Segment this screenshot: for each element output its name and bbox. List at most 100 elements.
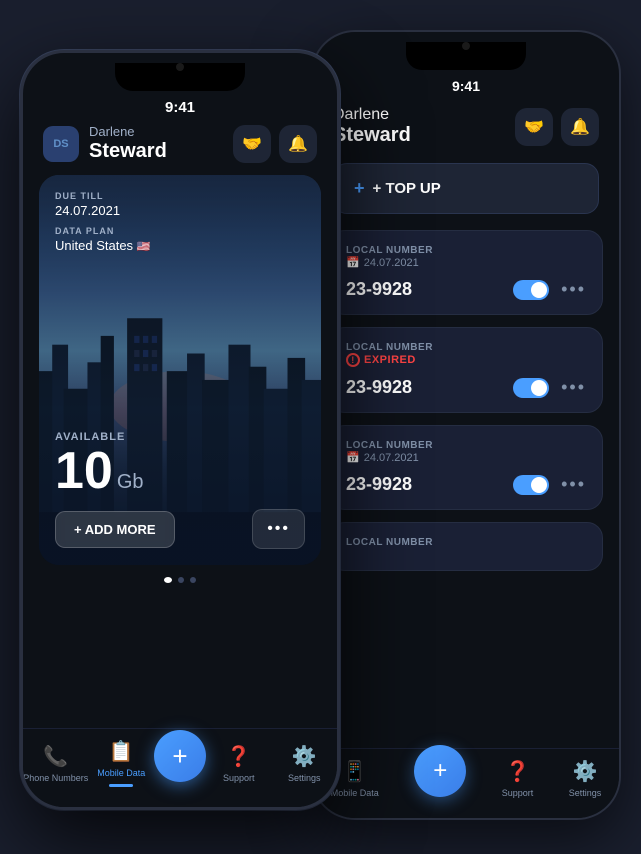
phone-front: 9:41 DS Darlene Steward 🤝 🔔 — [20, 50, 340, 810]
support-label: Support — [502, 788, 534, 798]
dot-2 — [178, 577, 184, 583]
card-content: DUE TILL 24.07.2021 DATA PLAN United Sta… — [39, 175, 321, 565]
expired-text: EXPIRED — [364, 354, 416, 366]
support-label-front: Support — [223, 773, 255, 783]
dot-1 — [164, 577, 172, 583]
data-card: DUE TILL 24.07.2021 DATA PLAN United Sta… — [39, 175, 321, 565]
phone-numbers-label: Phone Numbers — [23, 773, 88, 783]
sim-1-label: LOCAL NUMBER — [346, 245, 433, 256]
phone-numbers-icon: 📞 — [43, 744, 68, 769]
due-till-value: 24.07.2021 — [55, 203, 305, 218]
sim-card-4-header: LOCAL NUMBER — [346, 537, 586, 548]
front-header: DS Darlene Steward 🤝 🔔 — [23, 118, 337, 175]
support-icon-front: ❓ — [226, 744, 251, 769]
sim-2-footer: 23-9928 ••• — [346, 377, 586, 398]
card-actions: + ADD MORE ••• — [55, 509, 305, 549]
front-name-line2: Steward — [89, 139, 167, 163]
front-phone-notch — [115, 63, 245, 91]
front-header-name-block: Darlene Steward — [89, 124, 167, 163]
back-add-fab[interactable]: + — [414, 745, 466, 797]
back-nav-settings[interactable]: ⚙️ Settings — [569, 759, 602, 798]
sim-4-label: LOCAL NUMBER — [346, 537, 433, 548]
sim-2-expired-badge: ! EXPIRED — [346, 353, 433, 367]
sim-card-3-header: LOCAL NUMBER 📅 24.07.2021 — [346, 440, 586, 464]
available-data: 10 Gb — [55, 445, 305, 497]
sim-1-date: 📅 24.07.2021 — [346, 256, 433, 269]
flag-icon: 🇺🇸 — [137, 241, 151, 253]
back-name-line1: Darlene — [333, 106, 411, 124]
settings-icon: ⚙️ — [573, 759, 598, 784]
mobile-data-icon: 📱 — [342, 759, 367, 784]
sim-3-label: LOCAL NUMBER — [346, 440, 433, 451]
mobile-data-label-front: Mobile Data — [97, 768, 145, 778]
active-line — [109, 784, 133, 787]
sim-2-label: LOCAL NUMBER — [346, 342, 433, 353]
sim-card-3: LOCAL NUMBER 📅 24.07.2021 23-9928 ••• — [329, 425, 603, 510]
front-status-bar: 9:41 — [23, 91, 337, 118]
settings-label: Settings — [569, 788, 602, 798]
sim-3-date: 📅 24.07.2021 — [346, 451, 433, 464]
front-status-time: 9:41 — [165, 99, 195, 116]
data-number: 10 — [55, 445, 113, 497]
sim-card-1: LOCAL NUMBER 📅 24.07.2021 23-9928 ••• — [329, 230, 603, 315]
top-up-plus-icon: + — [354, 178, 365, 199]
mobile-data-icon-front: 📋 — [109, 739, 134, 764]
sim-1-more-dots[interactable]: ••• — [561, 279, 586, 300]
back-name-line2: Steward — [333, 124, 411, 147]
avatar: DS — [43, 126, 79, 162]
sim-1-toggle[interactable] — [513, 280, 549, 300]
back-bell-btn[interactable]: 🔔 — [561, 108, 599, 146]
sim-3-number: 23-9928 — [346, 474, 412, 495]
top-up-label: + TOP UP — [373, 180, 441, 197]
front-bottom-nav: 📞 Phone Numbers 📋 Mobile Data + ❓ Suppor… — [23, 728, 337, 807]
sim-3-footer: 23-9928 ••• — [346, 474, 586, 495]
dot-3 — [190, 577, 196, 583]
back-top-up-button[interactable]: + + TOP UP — [333, 163, 599, 214]
settings-icon-front: ⚙️ — [292, 744, 317, 769]
card-top: DUE TILL 24.07.2021 DATA PLAN United Sta… — [55, 191, 305, 261]
settings-label-front: Settings — [288, 773, 321, 783]
back-bottom-nav: 📱 Mobile Data + ❓ Support ⚙️ Settings — [313, 748, 619, 818]
add-more-label: + ADD MORE — [74, 522, 156, 537]
front-nav-support[interactable]: ❓ Support — [206, 744, 272, 783]
sim-1-number: 23-9928 — [346, 279, 412, 300]
sim-3-toggle[interactable] — [513, 475, 549, 495]
sim-2-number: 23-9928 — [346, 377, 412, 398]
back-status-bar: 9:41 — [313, 70, 619, 98]
due-till-label: DUE TILL — [55, 191, 305, 201]
sim-3-more-dots[interactable]: ••• — [561, 474, 586, 495]
sim-card-2: LOCAL NUMBER ! EXPIRED 23-9928 ••• — [329, 327, 603, 413]
front-add-fab[interactable]: + — [154, 730, 206, 782]
data-unit: Gb — [117, 471, 144, 494]
phone-back: 9:41 Darlene Steward 🤝 🔔 + + TOP UP LOCA… — [311, 30, 621, 820]
sim-2-toggle[interactable] — [513, 378, 549, 398]
front-nav-mobile-data[interactable]: 📋 Mobile Data — [89, 739, 155, 787]
back-header: Darlene Steward 🤝 🔔 — [313, 98, 619, 159]
pagination-dots — [23, 577, 337, 583]
sim-card-4: LOCAL NUMBER — [329, 522, 603, 571]
back-phone-notch — [406, 42, 526, 70]
back-status-time: 9:41 — [452, 78, 480, 94]
front-name-line1: Darlene — [89, 124, 167, 139]
calendar-icon: 📅 — [346, 256, 360, 269]
card-more-dots-button[interactable]: ••• — [252, 509, 305, 549]
expired-icon: ! — [346, 353, 360, 367]
front-bell-btn[interactable]: 🔔 — [279, 125, 317, 163]
front-header-icons: 🤝 🔔 — [233, 125, 317, 163]
front-handshake-btn[interactable]: 🤝 — [233, 125, 271, 163]
card-bottom: AVAILABLE 10 Gb + ADD MORE ••• — [55, 431, 305, 549]
back-nav-support[interactable]: ❓ Support — [502, 759, 534, 798]
support-icon: ❓ — [505, 759, 530, 784]
front-nav-phone-numbers[interactable]: 📞 Phone Numbers — [23, 744, 89, 783]
back-header-title: Darlene Steward — [333, 106, 411, 147]
sim-1-footer: 23-9928 ••• — [346, 279, 586, 300]
mobile-data-label: Mobile Data — [331, 788, 379, 798]
add-more-button[interactable]: + ADD MORE — [55, 511, 175, 548]
back-header-icons: 🤝 🔔 — [515, 108, 599, 146]
back-handshake-btn[interactable]: 🤝 — [515, 108, 553, 146]
sim-2-more-dots[interactable]: ••• — [561, 377, 586, 398]
data-plan-label: DATA PLAN — [55, 226, 305, 236]
front-nav-settings[interactable]: ⚙️ Settings — [272, 744, 338, 783]
data-plan-value: United States 🇺🇸 — [55, 238, 305, 253]
calendar-icon-3: 📅 — [346, 451, 360, 464]
